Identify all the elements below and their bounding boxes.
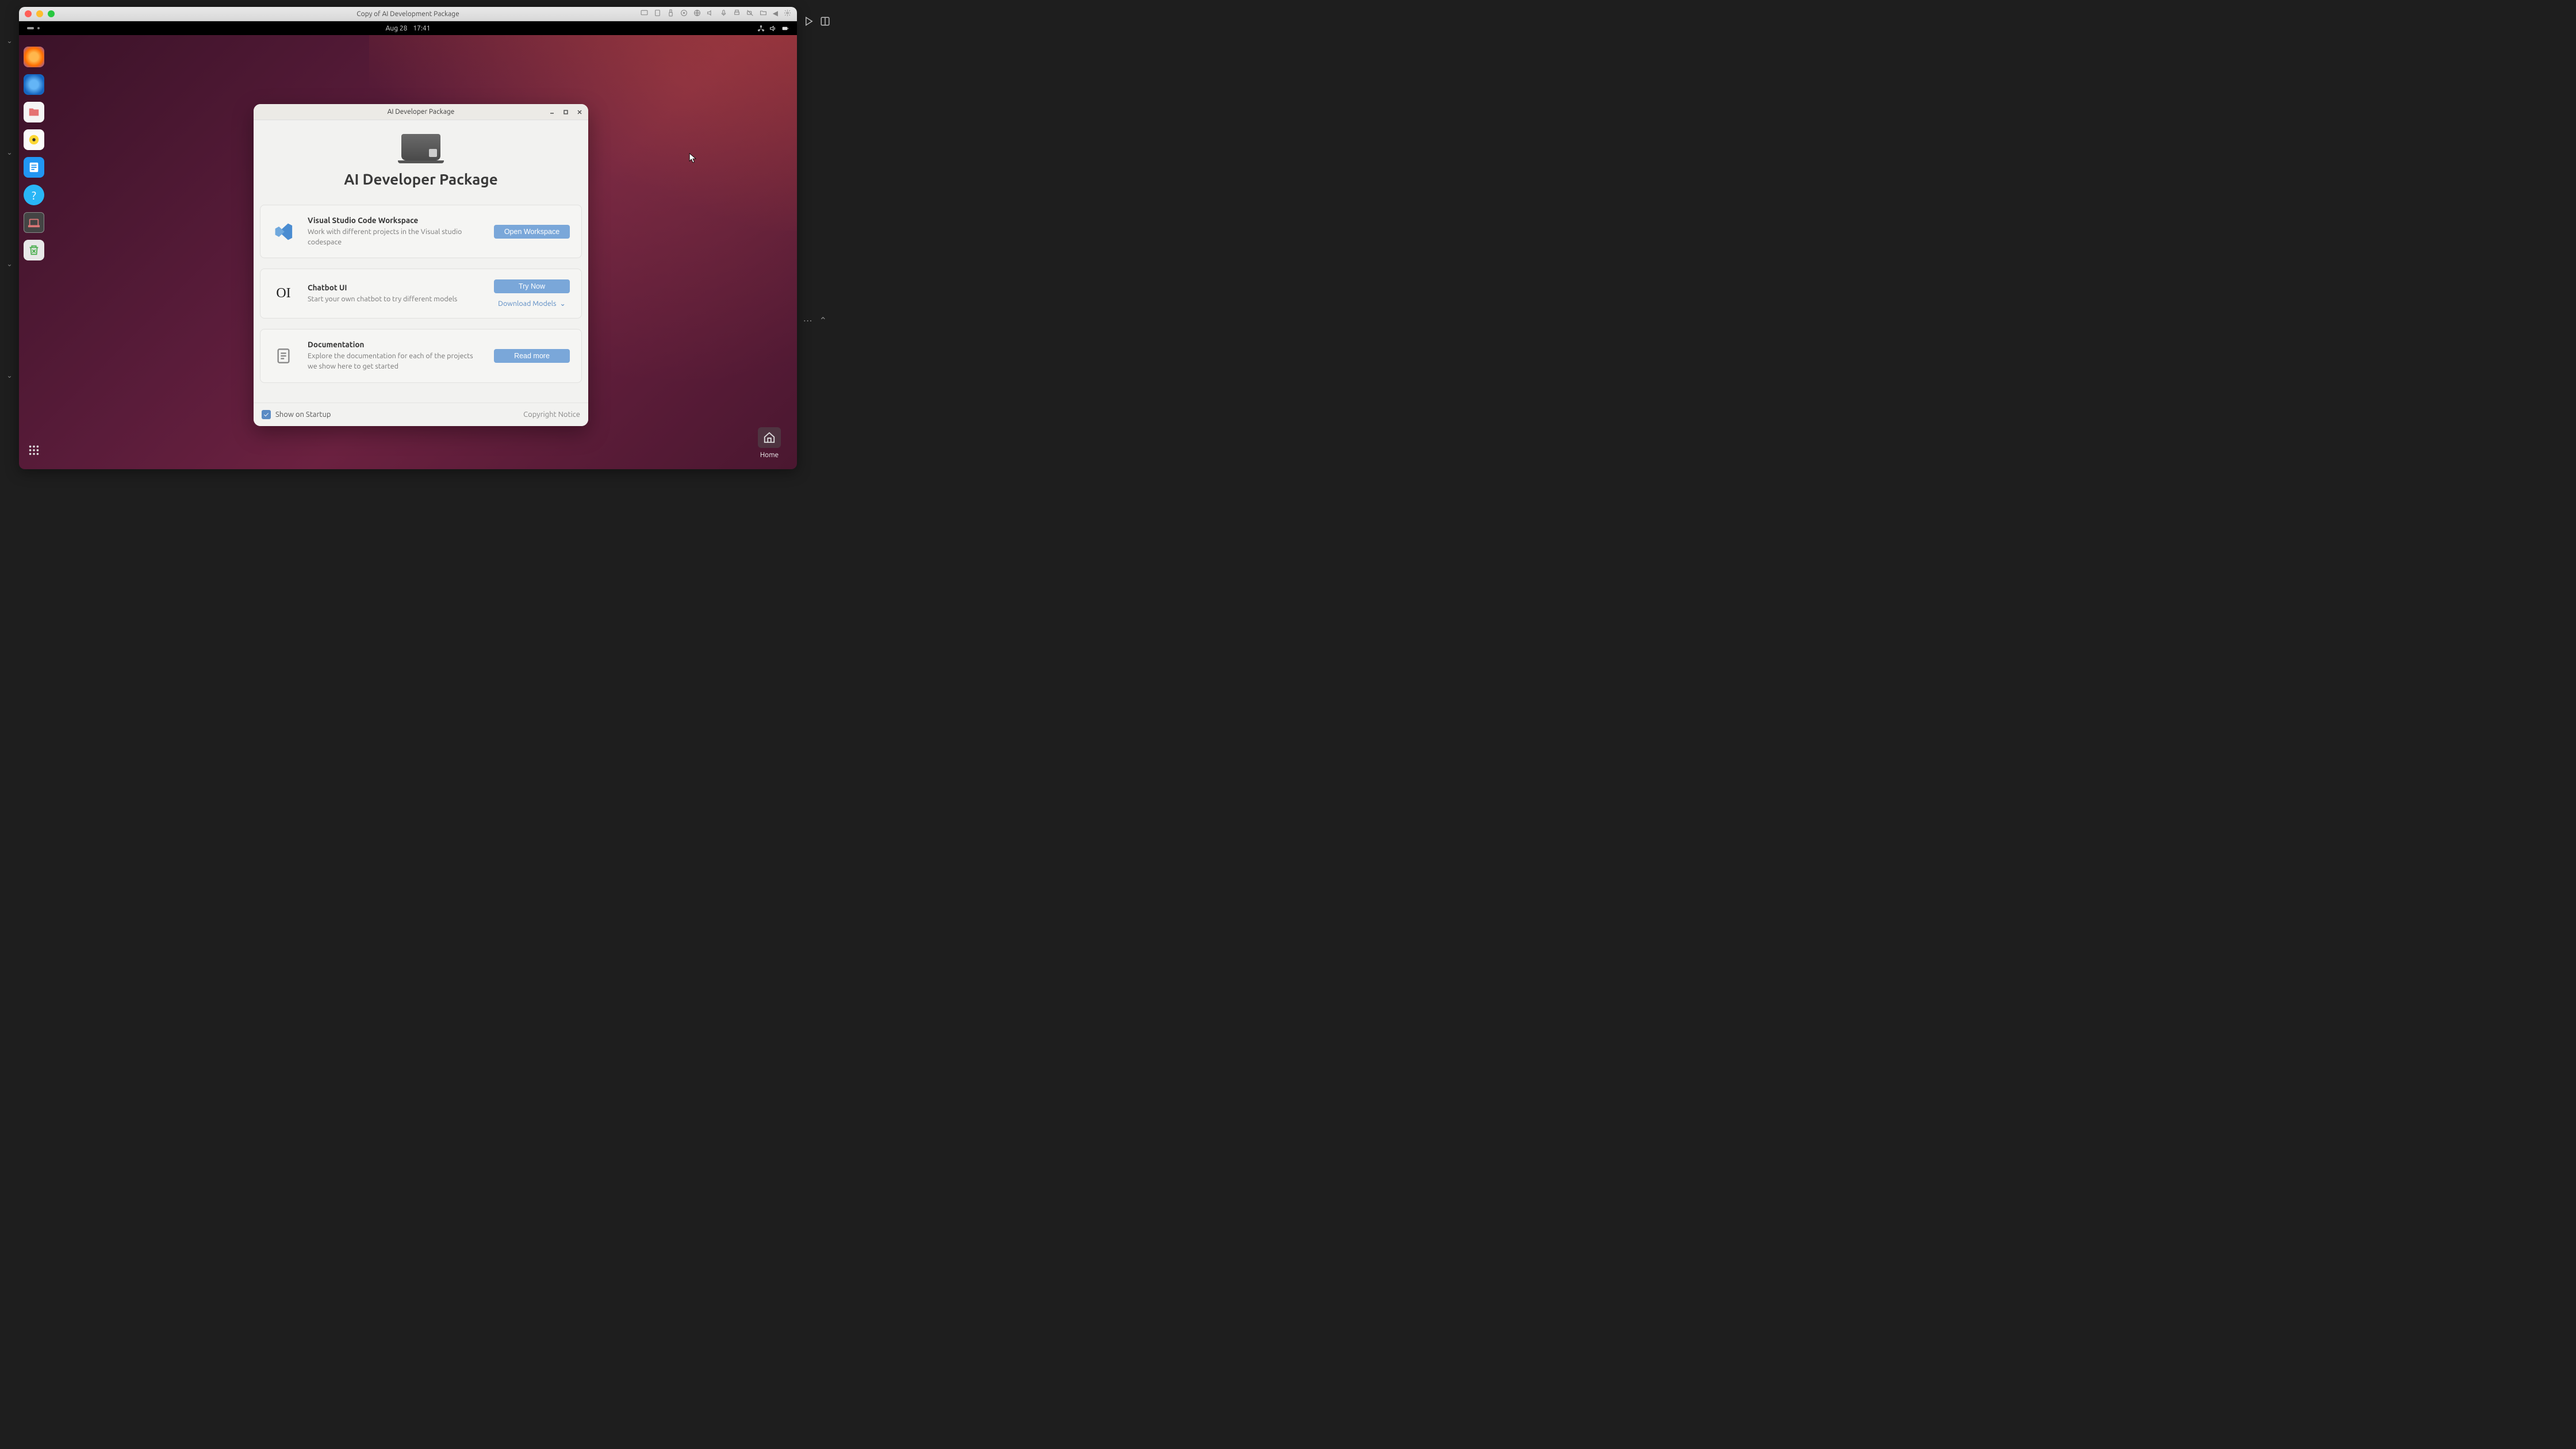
desktop-home-label: Home	[758, 451, 781, 459]
documentation-card: Documentation Explore the documentation …	[260, 329, 582, 382]
close-button[interactable]	[574, 107, 585, 117]
ubuntu-desktop: ? Home	[19, 35, 797, 469]
panel-icon[interactable]	[820, 16, 830, 29]
mic-icon[interactable]	[720, 9, 727, 18]
dock-files-icon[interactable]	[24, 102, 44, 122]
chevron-down-icon[interactable]: ⌄	[6, 148, 12, 156]
date-label: Aug 28	[386, 25, 408, 32]
camera-off-icon[interactable]	[746, 9, 754, 18]
usb-icon[interactable]	[667, 9, 674, 18]
chevron-down-icon[interactable]: ⌄	[6, 37, 12, 45]
chevron-down-icon[interactable]: ⌄	[6, 371, 12, 379]
volume-icon	[769, 25, 777, 32]
back-icon[interactable]: ◀	[773, 10, 778, 17]
disc-icon[interactable]	[680, 9, 688, 18]
mac-titlebar: Copy of AI Development Package ◀	[19, 7, 797, 21]
show-on-startup-checkbox[interactable]: ✓ Show on Startup	[262, 410, 331, 419]
mac-window: Copy of AI Development Package ◀	[19, 7, 797, 469]
sound-icon[interactable]	[707, 9, 714, 18]
documentation-card-title: Documentation	[308, 340, 481, 349]
vscode-card-title: Visual Studio Code Workspace	[308, 216, 481, 225]
dialog-title: AI Developer Package	[388, 108, 455, 116]
hero-title: AI Developer Package	[344, 171, 497, 187]
zoom-traffic-light[interactable]	[48, 10, 55, 17]
ai-package-dialog: AI Developer Package	[254, 104, 588, 426]
checkbox-checked-icon: ✓	[262, 410, 271, 419]
minimize-button[interactable]	[547, 107, 557, 117]
chatbot-icon: OI	[272, 286, 295, 301]
vscode-icon	[272, 221, 295, 242]
printer-icon[interactable]	[733, 9, 741, 18]
gear-icon[interactable]	[784, 9, 791, 18]
dock-firefox-icon[interactable]	[24, 47, 44, 67]
chevron-down-icon: ⌄	[559, 299, 565, 308]
chevron-down-icon[interactable]: ⌄	[6, 260, 12, 268]
home-icon	[758, 427, 781, 448]
dock-ai-package-icon[interactable]	[24, 212, 44, 233]
cursor-icon	[689, 153, 697, 164]
display-icon[interactable]	[641, 9, 648, 18]
chevron-up-icon[interactable]: ⌃	[819, 315, 827, 326]
dialog-footer: ✓ Show on Startup Copyright Notice	[254, 402, 588, 426]
clipboard-icon[interactable]	[654, 9, 661, 18]
editor-left-gutter: ⌄ ⌄ ⌄ ⌄	[0, 0, 19, 469]
copyright-notice-link[interactable]: Copyright Notice	[523, 411, 580, 419]
pill-icon	[27, 26, 34, 30]
vscode-card-subtitle: Work with different projects in the Visu…	[308, 227, 481, 247]
status-area[interactable]	[757, 25, 789, 32]
folder-icon[interactable]	[760, 9, 767, 18]
documentation-card-subtitle: Explore the documentation for each of th…	[308, 351, 481, 371]
open-workspace-button[interactable]: Open Workspace	[494, 225, 570, 239]
ubuntu-topbar: Aug 28 17:41	[19, 21, 797, 35]
datetime[interactable]: Aug 28 17:41	[386, 25, 431, 32]
read-more-button[interactable]: Read more	[494, 349, 570, 363]
download-models-label: Download Models	[498, 300, 556, 308]
desktop-home-shortcut[interactable]: Home	[758, 427, 781, 459]
dialog-titlebar: AI Developer Package	[254, 104, 588, 120]
hero-laptop-icon	[401, 134, 440, 160]
ubuntu-dock: ?	[22, 44, 46, 461]
dock-rhythmbox-icon[interactable]	[24, 129, 44, 150]
chatbot-card-subtitle: Start your own chatbot to try different …	[308, 294, 481, 304]
vscode-card: Visual Studio Code Workspace Work with d…	[260, 205, 582, 258]
maximize-button[interactable]	[561, 107, 571, 117]
globe-icon[interactable]	[693, 9, 701, 18]
chatbot-card: OI Chatbot UI Start your own chatbot to …	[260, 269, 582, 319]
dock-trash-icon[interactable]	[24, 240, 44, 260]
dock-show-apps-icon[interactable]	[24, 440, 44, 461]
play-icon[interactable]	[804, 16, 814, 29]
dock-help-icon[interactable]: ?	[24, 185, 44, 205]
network-icon	[757, 25, 765, 32]
editor-right-gutter: ⋯ ⌃	[797, 0, 837, 469]
time-label: 17:41	[413, 25, 430, 32]
dock-writer-icon[interactable]	[24, 157, 44, 178]
download-models-link[interactable]: Download Models ⌄	[498, 299, 566, 308]
minimize-traffic-light[interactable]	[36, 10, 43, 17]
indicator-dot-icon	[37, 27, 40, 29]
dock-thunderbird-icon[interactable]	[24, 74, 44, 95]
battery-icon	[781, 25, 789, 32]
dialog-body: AI Developer Package Visual Studio Code …	[254, 120, 588, 402]
try-now-button[interactable]: Try Now	[494, 279, 570, 293]
close-traffic-light[interactable]	[25, 10, 32, 17]
more-icon[interactable]: ⋯	[803, 315, 812, 326]
chatbot-card-title: Chatbot UI	[308, 283, 481, 292]
documentation-icon	[272, 347, 295, 365]
show-on-startup-label: Show on Startup	[275, 411, 331, 419]
